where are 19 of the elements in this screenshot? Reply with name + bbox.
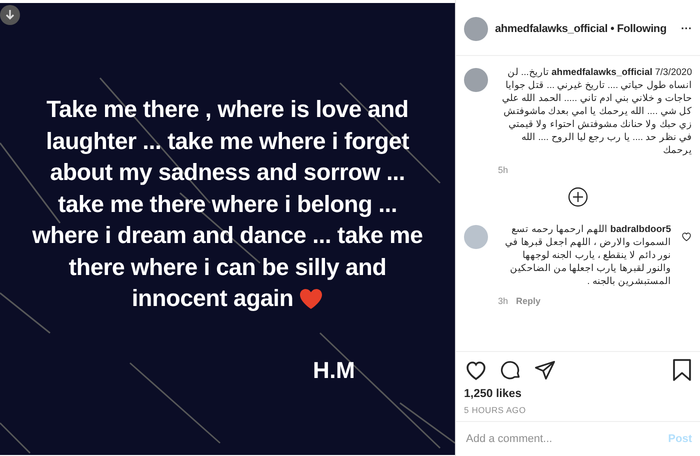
load-more-icon[interactable] <box>568 187 588 207</box>
heart-icon <box>299 288 324 310</box>
likes-count[interactable]: 1,250 likes <box>464 388 692 400</box>
username-link[interactable]: ahmedfalawks_official <box>495 23 608 35</box>
like-comment-icon[interactable] <box>681 231 692 242</box>
share-icon[interactable] <box>534 359 556 381</box>
more-options-icon[interactable]: ··· <box>681 23 692 35</box>
bookmark-icon[interactable] <box>672 358 692 382</box>
quote-text: innocent again <box>132 284 294 314</box>
avatar[interactable] <box>464 17 488 41</box>
signature-text: H.M <box>312 356 355 384</box>
avatar[interactable] <box>464 68 488 92</box>
following-button[interactable]: Following <box>616 23 666 35</box>
comment-icon[interactable] <box>500 359 522 381</box>
comment-time: 3h <box>498 296 508 306</box>
post-time: 5 HOURS AGO <box>464 405 527 415</box>
separator-dot: • <box>610 23 614 35</box>
download-icon[interactable] <box>0 5 20 25</box>
caption-time: 5h <box>498 165 508 175</box>
